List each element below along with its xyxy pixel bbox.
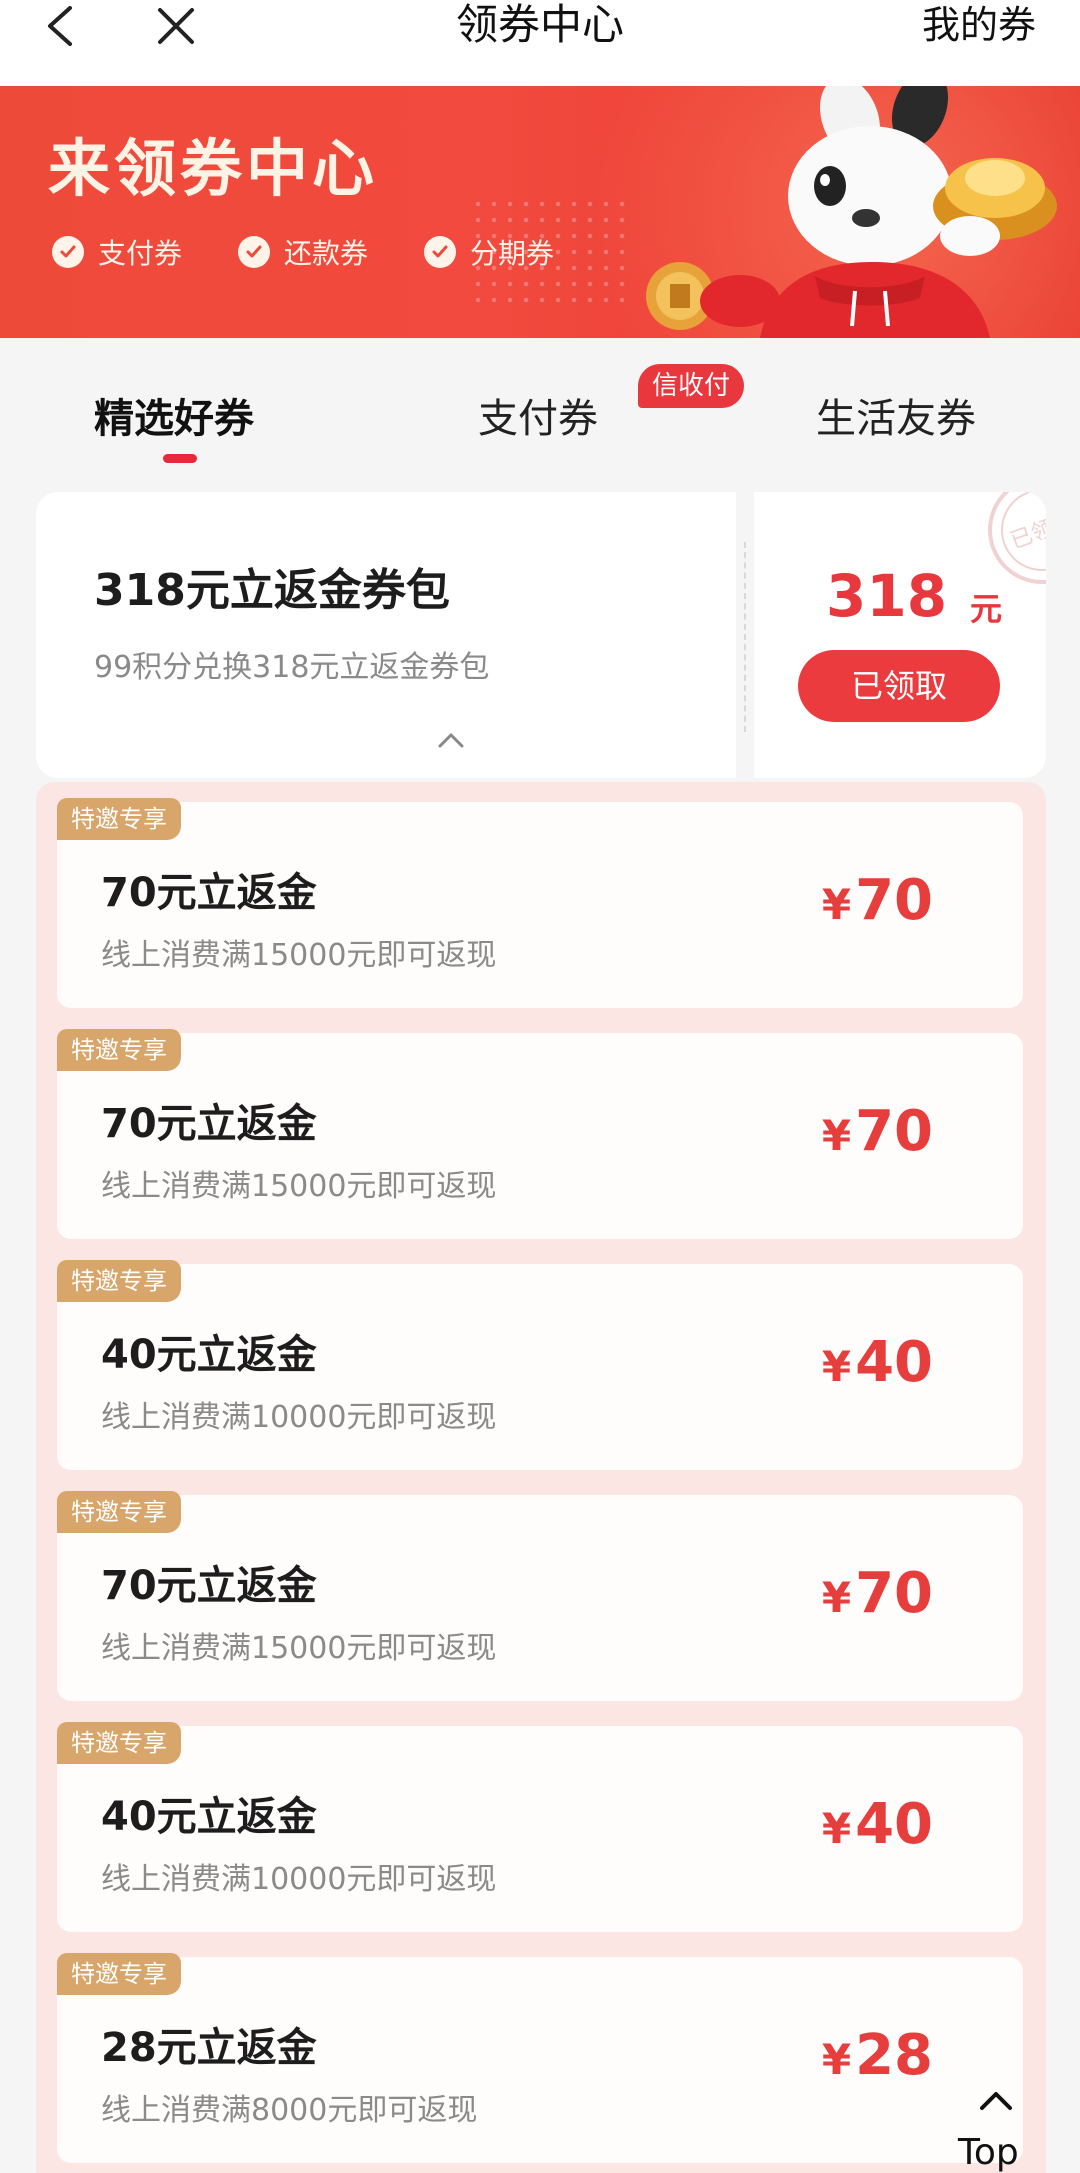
active-tab-indicator (163, 454, 197, 463)
currency-symbol: ¥ (821, 2035, 852, 2084)
coupon-pack-side: 已领取 (754, 492, 1046, 778)
coupon-title: 40元立返金 (101, 1794, 317, 1840)
navigation-bar: 领券中心 我的券 (0, 0, 1080, 86)
coupon-title: 70元立返金 (101, 870, 317, 916)
coupon-pack-unit: 元 (970, 590, 1003, 628)
coupon-title: 70元立返金 (101, 1101, 317, 1147)
claimed-stamp-icon: 已领取 (988, 492, 1046, 584)
coupon-amount-value: 40 (855, 1792, 933, 1857)
coupon-title: 40元立返金 (101, 1332, 317, 1378)
back-to-top-button[interactable]: Top (950, 2088, 1060, 2173)
check-icon (238, 236, 271, 268)
coupon-description: 线上消费满15000元即可返现 (101, 1631, 497, 1666)
coupon-card[interactable]: 特邀专享 70元立返金 线上消费满15000元即可返现 ¥70 (57, 798, 1023, 1008)
coupon-amount-value: 28 (855, 2023, 933, 2088)
currency-symbol: ¥ (821, 880, 852, 929)
page-title: 领券中心 (455, 0, 624, 49)
chevron-up-icon[interactable] (436, 730, 466, 750)
mascot-illustration (646, 86, 1057, 338)
coupon-amount-value: 40 (855, 1330, 933, 1395)
chevron-up-icon (980, 2092, 1012, 2110)
coupon-description: 线上消费满15000元即可返现 (101, 1169, 497, 1204)
coupon-card[interactable]: 特邀专享 70元立返金 线上消费满15000元即可返现 ¥70 (57, 1029, 1023, 1239)
tab-life-coupons[interactable]: 生活友券 (816, 386, 976, 444)
banner-tag: 支付券 (52, 232, 182, 272)
exclusive-ribbon: 特邀专享 (57, 1491, 181, 1533)
exclusive-ribbon: 特邀专享 (57, 1029, 181, 1071)
coupon-title: 28元立返金 (101, 2025, 317, 2071)
coupon-description: 线上消费满10000元即可返现 (101, 1400, 497, 1435)
banner-tags: 支付券 还款券 分期券 (52, 232, 610, 272)
coupon-pack-card[interactable]: 已领取 318元立返金券包 99积分兑换318元立返金券包 318 元 已领取 (36, 492, 1046, 778)
hero-banner[interactable]: 来领券中心 支付券 还款券 分期券 (0, 86, 1080, 338)
coupon-card[interactable]: 特邀专享 40元立返金 线上消费满10000元即可返现 ¥40 (57, 1260, 1023, 1470)
banner-tag: 分期券 (424, 232, 554, 272)
coupon-pack-info (36, 492, 736, 778)
coupon-card[interactable]: 特邀专享 70元立返金 线上消费满15000元即可返现 ¥70 (57, 1491, 1023, 1701)
coupon-pack-title: 318元立返金券包 (94, 565, 450, 616)
currency-symbol: ¥ (821, 1804, 852, 1853)
coupon-description: 线上消费满15000元即可返现 (101, 938, 497, 973)
banner-tag-label: 支付券 (98, 237, 183, 270)
tab-payment-coupons[interactable]: 支付券 (478, 386, 598, 444)
coupon-amount-value: 70 (855, 1561, 933, 1626)
back-to-top-label: Top (958, 2132, 1019, 2173)
coupon-amount: ¥70 (822, 1561, 933, 1626)
coupon-amount: ¥40 (822, 1792, 933, 1857)
check-icon (424, 236, 457, 268)
claimed-button[interactable]: 已领取 (798, 650, 1000, 722)
currency-symbol: ¥ (821, 1342, 852, 1391)
coupon-card[interactable]: 特邀专享 40元立返金 线上消费满10000元即可返现 ¥40 (57, 1722, 1023, 1932)
coupon-pack-amount: 318 (826, 562, 948, 630)
banner-title: 来领券中心 (48, 132, 379, 205)
tab-selected-coupons[interactable]: 精选好券 (94, 386, 254, 444)
check-icon (52, 236, 84, 268)
coupon-card[interactable]: 特邀专享 28元立返金 线上消费满8000元即可返现 ¥28 (57, 1953, 1023, 2163)
coupon-amount-value: 70 (855, 868, 933, 933)
exclusive-ribbon: 特邀专享 (57, 1953, 181, 1995)
category-tabs: 精选好券 支付券 信收付 生活友券 (0, 338, 1080, 478)
my-coupons-link[interactable]: 我的券 (922, 0, 1036, 50)
dashed-divider (744, 542, 746, 732)
exclusive-ribbon: 特邀专享 (57, 1260, 181, 1302)
banner-tag-label: 分期券 (470, 237, 555, 270)
coupon-amount: ¥70 (822, 868, 933, 933)
coupon-pack-subtitle: 99积分兑换318元立返金券包 (94, 650, 490, 685)
coupon-amount: ¥28 (822, 2023, 933, 2088)
stamp-text: 已领取 (1007, 508, 1046, 554)
exclusive-ribbon: 特邀专享 (57, 1722, 181, 1764)
banner-tag-label: 还款券 (284, 237, 369, 270)
tab-badge: 信收付 (638, 364, 745, 408)
coupon-description: 线上消费满10000元即可返现 (101, 1862, 497, 1897)
coupon-amount: ¥70 (822, 1099, 933, 1164)
currency-symbol: ¥ (821, 1573, 852, 1622)
coupon-title: 70元立返金 (101, 1563, 317, 1609)
banner-tag: 还款券 (238, 232, 368, 272)
coupon-amount: ¥40 (822, 1330, 933, 1395)
exclusive-ribbon: 特邀专享 (57, 798, 181, 840)
coupon-description: 线上消费满8000元即可返现 (101, 2093, 478, 2128)
coupon-amount-value: 70 (855, 1099, 933, 1164)
currency-symbol: ¥ (821, 1111, 852, 1160)
